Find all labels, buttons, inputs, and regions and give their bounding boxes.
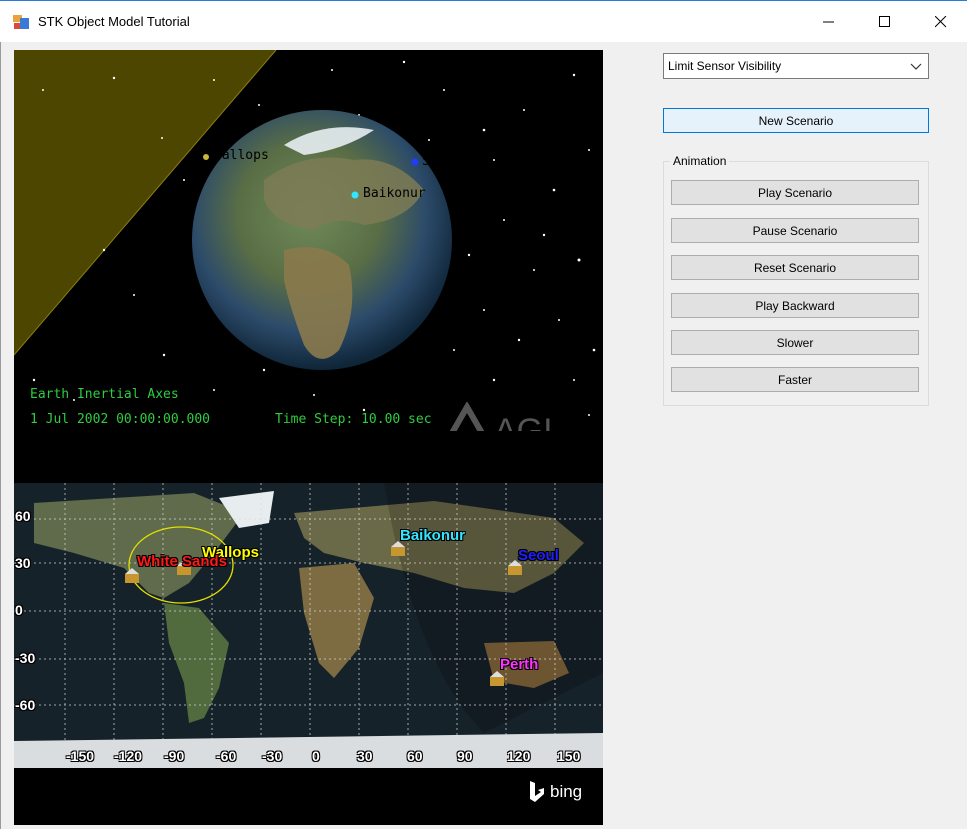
- map-2d-view[interactable]: Wallops White Sands Baikonur Seoul Perth…: [14, 483, 603, 825]
- map-label-baikonur: Baikonur: [400, 527, 466, 544]
- lat-tick: 30: [15, 555, 31, 571]
- lon-tick: -150: [66, 748, 95, 764]
- lon-tick: 60: [407, 748, 423, 764]
- lat-tick: -60: [15, 697, 36, 713]
- lon-tick: 90: [457, 748, 473, 764]
- baikonur-marker: [351, 191, 359, 199]
- bing-logo: bing: [528, 781, 582, 803]
- hud-time-step: Time Step: 10.00 sec: [275, 412, 432, 427]
- globe-label-seoul: Seoul: [422, 154, 462, 169]
- view-separator: [14, 431, 603, 483]
- play-scenario-button[interactable]: Play Scenario: [671, 180, 919, 205]
- bing-icon: [530, 781, 544, 802]
- lat-tick: 60: [15, 508, 31, 524]
- pause-scenario-button[interactable]: Pause Scenario: [671, 218, 919, 243]
- bing-text: bing: [550, 782, 583, 801]
- lon-tick: -120: [114, 748, 143, 764]
- lon-tick: 0: [312, 748, 320, 764]
- agi-watermark: AGI: [442, 400, 592, 431]
- reset-scenario-button[interactable]: Reset Scenario: [671, 255, 919, 280]
- map-label-white-sands: White Sands: [137, 553, 228, 570]
- close-button[interactable]: [918, 1, 964, 43]
- hud-axes: Earth Inertial Axes: [30, 387, 179, 402]
- title-bar: STK Object Model Tutorial: [0, 0, 967, 43]
- sensor-visibility-dropdown[interactable]: Limit Sensor Visibility: [663, 53, 929, 79]
- animation-group-title: Animation: [670, 154, 730, 168]
- minimize-icon: [823, 21, 834, 23]
- seoul-marker: [411, 158, 419, 166]
- lon-tick: -90: [164, 748, 185, 764]
- app-icon: [13, 15, 29, 29]
- chevron-down-icon: [910, 63, 922, 70]
- lon-tick: 150: [557, 748, 581, 764]
- agi-watermark-text: AGI: [494, 412, 553, 431]
- faster-button[interactable]: Faster: [671, 367, 919, 392]
- globe-scene: [14, 50, 596, 416]
- lon-tick: -30: [262, 748, 283, 764]
- maximize-icon: [879, 16, 890, 27]
- lon-tick: 120: [507, 748, 531, 764]
- map-scene: [14, 483, 603, 825]
- lat-tick: 0: [15, 602, 23, 618]
- dropdown-value: Limit Sensor Visibility: [668, 59, 782, 73]
- map-label-perth: Perth: [500, 656, 539, 673]
- close-icon: [935, 16, 947, 28]
- globe-3d-view[interactable]: Wallops Seoul Baikonur Earth Inertial Ax…: [14, 50, 603, 431]
- lon-tick: 30: [357, 748, 373, 764]
- globe-label-wallops: Wallops: [214, 148, 269, 163]
- minimize-button[interactable]: [806, 1, 852, 43]
- lat-tick: -30: [15, 650, 36, 666]
- hud-datetime: 1 Jul 2002 00:00:00.000: [30, 412, 211, 427]
- play-backward-button[interactable]: Play Backward: [671, 293, 919, 318]
- maximize-button[interactable]: [862, 1, 908, 43]
- lon-tick: -60: [216, 748, 237, 764]
- new-scenario-button[interactable]: New Scenario: [663, 108, 929, 133]
- slower-button[interactable]: Slower: [671, 330, 919, 355]
- globe-label-baikonur: Baikonur: [363, 186, 426, 201]
- wallops-marker: [203, 154, 209, 160]
- map-label-seoul: Seoul: [518, 547, 559, 564]
- window-title: STK Object Model Tutorial: [38, 14, 190, 29]
